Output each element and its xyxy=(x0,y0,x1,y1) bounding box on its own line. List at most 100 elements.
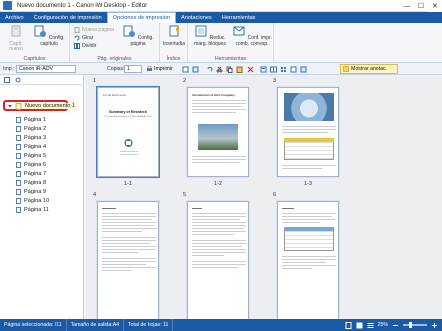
tree-root-document[interactable]: Nuevo documento 1 xyxy=(7,102,77,110)
copies-input[interactable]: 1 xyxy=(124,65,142,73)
document-icon xyxy=(15,102,22,110)
reduce-margins-icon xyxy=(195,25,207,37)
new-chapter-button[interactable]: Capít. nuevo xyxy=(3,25,29,53)
text-line xyxy=(102,225,154,226)
tree-page[interactable]: Página 10 xyxy=(16,197,49,205)
rotate-button[interactable]: Girar xyxy=(74,34,94,41)
tab-herramientas[interactable]: Herramientas xyxy=(217,12,261,23)
tab-archivo[interactable]: Archivo xyxy=(0,12,29,23)
text-line xyxy=(192,213,246,214)
tree-page[interactable]: Página 3 xyxy=(16,134,46,142)
tab-configuracion-impresion[interactable]: Configuración de impresión xyxy=(29,12,107,23)
tree-page[interactable]: Página 2 xyxy=(16,125,46,133)
app-icon xyxy=(3,1,12,10)
insert-index-button[interactable]: Insertudia xyxy=(161,25,187,47)
text-line xyxy=(102,213,156,214)
text-line xyxy=(192,264,246,265)
zoom-in-icon[interactable] xyxy=(431,322,438,329)
tree-page[interactable]: Página 7 xyxy=(16,170,46,178)
page-icon xyxy=(16,198,21,204)
delete-icon[interactable] xyxy=(247,66,254,73)
tab-opciones-impresion[interactable]: Opciones de impresión xyxy=(106,12,176,23)
text-line xyxy=(192,267,238,268)
properties-icon[interactable] xyxy=(192,66,199,73)
tree-page[interactable]: Página 11 xyxy=(16,206,49,214)
text-line xyxy=(102,261,156,262)
tree-page[interactable]: Página 4 xyxy=(16,143,46,151)
chapter-settings-button[interactable]: Config. capítulo xyxy=(32,25,66,47)
text-line xyxy=(282,259,336,260)
maximize-button[interactable]: ☐ xyxy=(414,0,428,12)
page-icon xyxy=(16,162,21,168)
chapter-view-icon[interactable] xyxy=(260,66,267,73)
collapse-icon[interactable] xyxy=(7,103,13,109)
minimize-button[interactable]: — xyxy=(400,0,414,12)
tree-page[interactable]: Página 6 xyxy=(16,161,46,169)
page-thumbnail[interactable] xyxy=(97,201,159,319)
preview-icon[interactable] xyxy=(182,66,189,73)
text-line xyxy=(192,252,246,253)
text-line xyxy=(282,129,336,130)
split-button[interactable]: Dividir xyxy=(74,42,96,49)
printer-icon xyxy=(147,65,152,71)
tab-anotaciones[interactable]: Anotaciones xyxy=(176,12,217,23)
list-view-icon[interactable] xyxy=(367,322,374,329)
text-line xyxy=(102,258,156,259)
tree-link-icon[interactable] xyxy=(15,77,21,83)
text-line xyxy=(192,216,246,217)
zoom-slider-thumb[interactable] xyxy=(409,322,412,328)
text-line xyxy=(102,216,156,217)
page-thumbnail[interactable] xyxy=(277,201,339,319)
page-thumbnail[interactable] xyxy=(277,87,339,177)
text-line xyxy=(282,213,336,214)
page-thumbnail[interactable]: Introduction of AAA Company xyxy=(187,87,249,177)
new-page-button[interactable]: Nueva página xyxy=(74,26,114,33)
grid-view-icon[interactable] xyxy=(280,66,287,73)
tree-page[interactable]: Página 5 xyxy=(16,152,46,160)
page-thumbnail[interactable] xyxy=(187,201,249,319)
layout-icon[interactable] xyxy=(300,66,307,73)
copy-icon[interactable] xyxy=(226,66,233,73)
text-line xyxy=(282,216,332,217)
thumbnail-view-icon[interactable] xyxy=(356,322,363,329)
tree-page[interactable]: Página 9 xyxy=(16,188,46,196)
page-number: 4 xyxy=(93,192,97,198)
text-line xyxy=(192,240,246,241)
show-annotations-button[interactable]: Mostrar anotac. xyxy=(340,64,398,74)
page-settings-button[interactable]: Config. página xyxy=(120,25,156,47)
two-pages-icon[interactable] xyxy=(270,66,277,73)
tree-page[interactable]: Página 1 xyxy=(16,116,46,124)
selected-page-status: Página seleccionada: /11 xyxy=(0,319,67,331)
total-pages-status: Total de hojas: 11 xyxy=(124,319,174,331)
chapter-settings-icon xyxy=(34,25,47,37)
text-line xyxy=(192,255,224,256)
thumbnail-label: 1-1 xyxy=(123,181,133,187)
text-line xyxy=(102,246,156,247)
text-line xyxy=(282,219,336,220)
zoom-slider[interactable] xyxy=(403,322,427,328)
close-button[interactable]: ✕ xyxy=(428,0,442,12)
mail-merge-settings-button[interactable]: Conf. impr. comb. corresp. xyxy=(231,25,273,47)
tree-option-icon[interactable] xyxy=(4,77,10,83)
document-tree-pane: Nuevo documento 1 Página 1 Página 2 Pági… xyxy=(0,75,84,319)
page-list-icon[interactable] xyxy=(290,66,297,73)
printer-select[interactable]: Canon iR-ADV xyxy=(16,65,76,73)
cut-icon[interactable] xyxy=(216,66,223,73)
tree-page[interactable]: Página 8 xyxy=(16,179,46,187)
group-herramientas-label: Herramientas xyxy=(214,56,247,62)
print-button[interactable]: Imprimir xyxy=(146,65,173,73)
zoom-out-icon[interactable] xyxy=(392,322,399,329)
page-icon xyxy=(16,171,21,177)
group-pag-originales: Nueva página Girar Dividir Config. págin… xyxy=(70,23,160,63)
undo-icon[interactable] xyxy=(206,66,213,73)
text-line xyxy=(192,100,246,101)
paste-icon[interactable] xyxy=(236,66,243,73)
text-line xyxy=(102,240,156,241)
page-thumbnail[interactable]: For All Documents Summary of Research Th… xyxy=(96,86,160,178)
single-view-icon[interactable] xyxy=(345,321,352,329)
reduce-margins-button[interactable]: Reduc. marg. bloques xyxy=(191,25,229,47)
text-line xyxy=(282,168,322,169)
group-capitulos: Capít. nuevo Config. capítulo Capítulos xyxy=(0,23,70,63)
text-line xyxy=(102,237,156,238)
text-line xyxy=(282,222,320,223)
